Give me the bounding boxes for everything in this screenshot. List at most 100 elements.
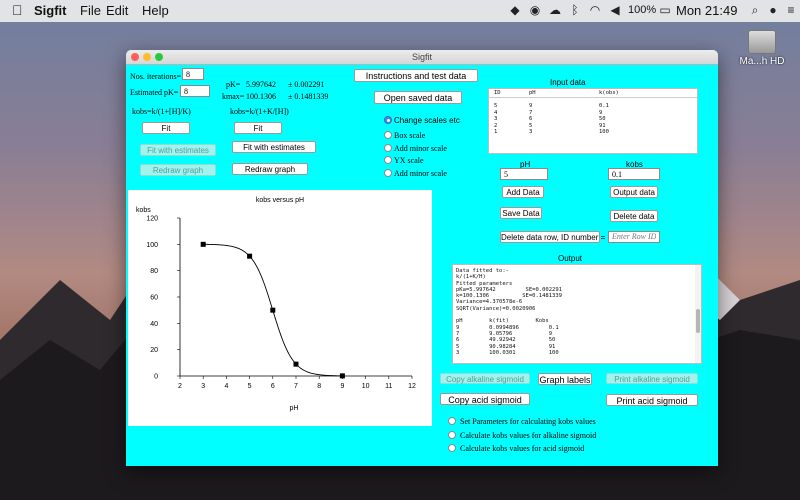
output-scrollbar[interactable]: [695, 265, 701, 363]
print-alkaline-sigmoid-button[interactable]: Print alkaline sigmoid: [606, 373, 698, 384]
chart-xlabel: pH: [290, 405, 299, 412]
volume-icon[interactable]: ◀: [608, 4, 622, 17]
siri-icon[interactable]: ●: [766, 4, 780, 17]
minimize-window-icon[interactable]: [143, 53, 151, 61]
alkaline-equation: kobs=k/(1+[H]/K): [132, 107, 191, 116]
x-tick-label: 6: [271, 383, 275, 390]
input-table-cell: 2: [494, 122, 498, 129]
alkaline-fit-estimates-button[interactable]: Fit with estimates: [140, 144, 216, 156]
alkaline-fit-button[interactable]: Fit: [142, 122, 190, 134]
input-table-cell: 0.1: [599, 103, 609, 109]
input-table-cell: 1: [494, 129, 498, 135]
add-data-button[interactable]: Add Data: [502, 186, 544, 198]
input-data-title: Input data: [550, 78, 586, 87]
box-scale-label: Box scale: [394, 131, 426, 140]
y-tick-label: 0: [154, 374, 158, 381]
input-table-cell: 3: [494, 116, 498, 122]
x-tick-label: 11: [385, 383, 392, 390]
add-minor-scale-label-2: Add minor scale: [394, 169, 447, 178]
menu-app-name[interactable]: Sigfit: [34, 3, 67, 18]
close-window-icon[interactable]: [131, 53, 139, 61]
header-kobs: k(obs): [599, 90, 619, 96]
window-titlebar[interactable]: Sigfit: [126, 50, 718, 65]
data-point: [293, 361, 299, 367]
x-tick-label: 10: [362, 383, 370, 390]
copy-alkaline-sigmoid-button[interactable]: Copy alkaline sigmoid: [440, 373, 530, 384]
set-parameters-label: Set Parameters for calculating kobs valu…: [460, 417, 596, 426]
bluetooth-icon[interactable]: ᛒ: [568, 4, 582, 17]
data-point: [270, 307, 276, 313]
input-table-row[interactable]: 1 3 100: [489, 129, 697, 136]
acid-redraw-button[interactable]: Redraw graph: [232, 163, 308, 175]
hard-disk-icon: [748, 30, 776, 54]
output-scroll-thumb[interactable]: [696, 309, 700, 333]
graph-labels-button[interactable]: Graph labels: [538, 373, 592, 385]
kmax-label: kmax=: [222, 92, 245, 101]
data-point: [247, 253, 253, 259]
y-tick-label: 20: [150, 347, 158, 354]
save-data-button[interactable]: Save Data: [500, 207, 542, 219]
kmax-error: ± 0.1481339: [288, 92, 329, 101]
header-id: ID: [494, 90, 501, 96]
acid-fit-button[interactable]: Fit: [234, 122, 282, 134]
radio-add-minor-scale-1[interactable]: [384, 144, 392, 152]
menu-help[interactable]: Help: [142, 3, 169, 18]
estimated-pk-input[interactable]: 8: [180, 85, 210, 97]
print-acid-sigmoid-button[interactable]: Print acid sigmoid: [606, 394, 698, 406]
iterations-label: Nos. iterations=: [130, 72, 182, 81]
acid-equation: kobs=k/(1+K/[H]): [230, 107, 289, 116]
instructions-button[interactable]: Instructions and test data: [354, 69, 478, 82]
zoom-window-icon[interactable]: [155, 53, 163, 61]
dropbox-icon[interactable]: ◆: [508, 4, 522, 17]
output-data-button[interactable]: Output data: [610, 186, 658, 198]
y-tick-label: 80: [150, 268, 158, 275]
row-id-input[interactable]: [608, 231, 660, 243]
x-tick-label: 9: [340, 383, 344, 390]
ph-input[interactable]: 5: [500, 168, 548, 180]
menubar-clock[interactable]: Mon 21:49: [676, 3, 737, 18]
window-title: Sigfit: [411, 52, 432, 62]
chrome-icon[interactable]: ◉: [528, 4, 542, 17]
radio-calc-acid[interactable]: [448, 444, 456, 452]
alkaline-redraw-button[interactable]: Redraw graph: [140, 164, 216, 176]
add-minor-scale-label-1: Add minor scale: [394, 144, 447, 153]
copy-acid-sigmoid-button[interactable]: Copy acid sigmoid: [440, 393, 530, 405]
input-table-cell: 100: [599, 129, 609, 135]
radio-yx-scale[interactable]: [384, 156, 392, 164]
input-data-table[interactable]: ID pH k(obs) 5 9 0.1 4 7 9 3 6 50 2 5 91 1 3 100: [488, 88, 698, 154]
y-tick-label: 60: [150, 295, 158, 302]
delete-data-button[interactable]: Delete data: [610, 210, 658, 222]
x-tick-label: 5: [248, 383, 252, 390]
kobs-input[interactable]: 0.1: [608, 168, 660, 180]
menu-file[interactable]: File: [80, 3, 101, 18]
notification-center-icon[interactable]: ≡: [784, 4, 798, 17]
delete-row-button[interactable]: Delete data row, ID number =: [500, 231, 605, 243]
desktop-disk[interactable]: Ma...h HD: [732, 30, 792, 67]
y-tick-label: 120: [146, 216, 158, 223]
radio-add-minor-scale-2[interactable]: [384, 169, 392, 177]
open-saved-data-button[interactable]: Open saved data: [374, 91, 462, 104]
radio-box-scale[interactable]: [384, 131, 392, 139]
output-title: Output: [558, 254, 583, 263]
apple-icon[interactable]: : [12, 2, 23, 18]
radio-calc-alkaline[interactable]: [448, 431, 456, 439]
sigfit-window: Sigfit Nos. iterations= 8 Estimated pK= …: [126, 50, 718, 466]
battery-icon[interactable]: ▭: [656, 4, 674, 17]
menu-edit[interactable]: Edit: [106, 3, 128, 18]
iterations-input[interactable]: 8: [182, 68, 204, 80]
spotlight-icon[interactable]: ⌕: [748, 4, 762, 17]
output-text-area[interactable]: Data fitted to:- k/(1+K/H) Fitted parame…: [452, 264, 702, 364]
radio-change-scales[interactable]: [384, 116, 392, 124]
input-table-cell: 5: [494, 103, 498, 109]
x-tick-label: 2: [178, 383, 182, 390]
data-point: [339, 373, 345, 379]
radio-set-parameters[interactable]: [448, 417, 456, 425]
acid-fit-estimates-button[interactable]: Fit with estimates: [232, 141, 316, 153]
calc-acid-label: Calculate kobs values for acid sigmoid: [460, 444, 585, 453]
input-data-header: ID pH k(obs): [489, 89, 697, 98]
y-tick-label: 40: [150, 321, 158, 328]
y-tick-label: 100: [146, 242, 158, 249]
cloud-icon[interactable]: ☁: [548, 4, 562, 17]
wifi-icon[interactable]: ◠: [588, 4, 602, 17]
input-table-cell: 91: [599, 122, 606, 129]
